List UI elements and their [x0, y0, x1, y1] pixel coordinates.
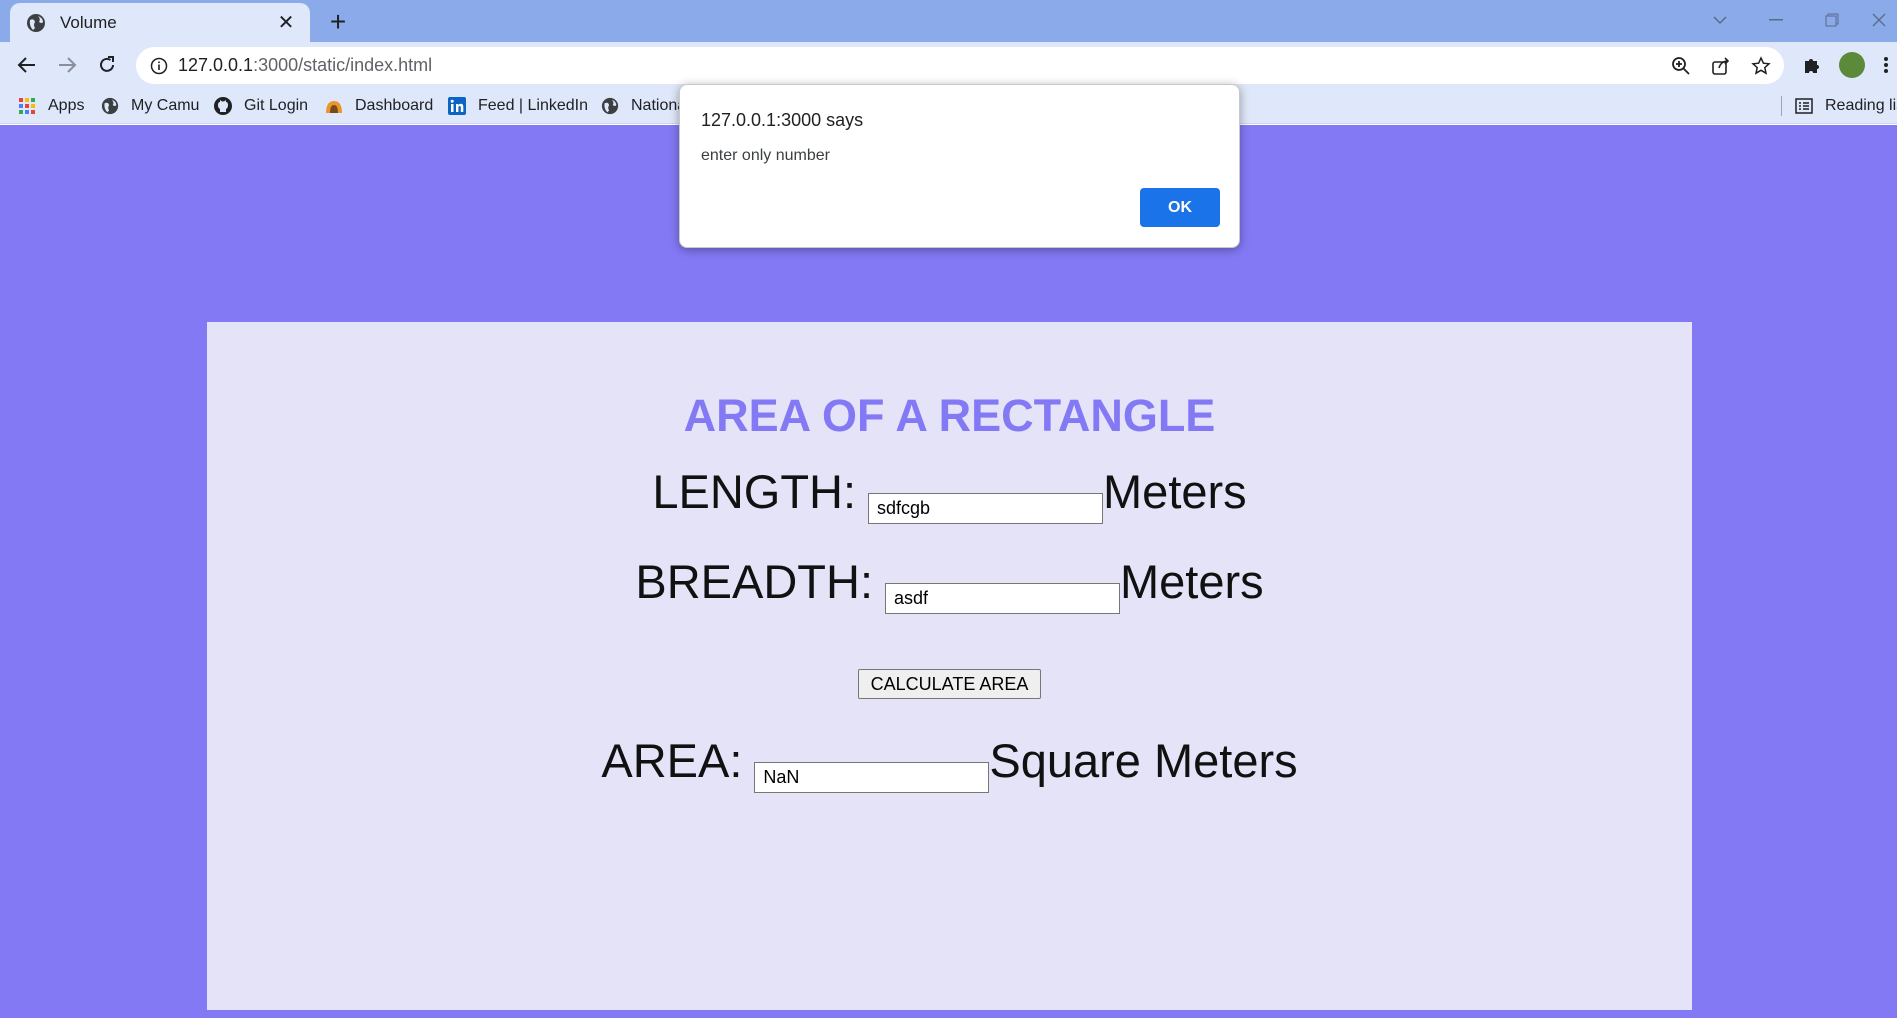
reading-list-button[interactable]: Reading lis	[1795, 94, 1897, 118]
calculate-area-button[interactable]: CALCULATE AREA	[858, 669, 1041, 699]
bookmark-my-camu[interactable]: My Camu	[101, 94, 199, 118]
breadth-label: BREADTH:	[635, 555, 873, 608]
dialog-title: 127.0.0.1:3000 says	[701, 110, 864, 130]
dashboard-icon	[325, 97, 343, 115]
tab-title: Volume	[60, 12, 117, 32]
bookmark-label: Nationa	[631, 97, 687, 114]
length-row: LENGTH: Meters	[207, 464, 1692, 524]
url-path: :3000/static/index.html	[253, 55, 433, 75]
profile-avatar[interactable]	[1836, 49, 1868, 81]
url-host: 127.0.0.1	[178, 55, 254, 75]
menu-kebab-icon[interactable]	[1874, 49, 1897, 81]
tab-search-icon[interactable]	[1692, 0, 1748, 40]
ok-button[interactable]: OK	[1140, 188, 1220, 227]
linkedin-icon	[448, 97, 466, 115]
globe-icon	[601, 97, 619, 115]
close-window-icon[interactable]	[1860, 0, 1897, 40]
bookmark-label: Dashboard	[355, 97, 434, 114]
bookmarks-separator	[1781, 96, 1782, 116]
extensions-puzzle-icon[interactable]	[1796, 49, 1828, 81]
bookmark-label: Apps	[48, 97, 85, 114]
browser-tab[interactable]: Volume ✕	[10, 3, 310, 42]
bookmark-star-icon[interactable]	[1750, 55, 1772, 77]
url-text: 127.0.0.1:3000/static/index.html	[178, 55, 432, 76]
bookmark-label: Git Login	[244, 97, 309, 114]
calculator-card: AREA OF A RECTANGLE LENGTH: Meters BREAD…	[207, 322, 1692, 1010]
site-info-icon[interactable]	[150, 57, 168, 75]
length-label: LENGTH:	[652, 465, 857, 518]
apps-grid-icon	[18, 97, 36, 115]
bookmark-linkedin[interactable]: Feed | LinkedIn	[448, 94, 588, 118]
dialog-message: enter only number	[701, 147, 830, 164]
breadth-input[interactable]	[885, 583, 1120, 614]
area-label: AREA:	[601, 734, 743, 787]
address-bar[interactable]: 127.0.0.1:3000/static/index.html	[136, 47, 1784, 84]
alert-dialog: 127.0.0.1:3000 says enter only number OK	[679, 84, 1240, 248]
github-icon	[214, 97, 232, 115]
reload-icon[interactable]	[91, 49, 123, 81]
area-output[interactable]	[754, 762, 990, 793]
reading-list-icon	[1795, 97, 1813, 115]
length-unit: Meters	[1103, 465, 1247, 518]
reading-list-label: Reading lis	[1825, 97, 1897, 114]
bookmark-git-login[interactable]: Git Login	[214, 94, 308, 118]
avatar-image	[1839, 52, 1865, 78]
page-viewport: AREA OF A RECTANGLE LENGTH: Meters BREAD…	[0, 125, 1897, 1018]
bookmark-dashboard[interactable]: Dashboard	[325, 94, 433, 118]
breadth-unit: Meters	[1120, 555, 1264, 608]
globe-icon	[27, 13, 45, 32]
forward-icon[interactable]	[51, 49, 83, 81]
tab-close-icon[interactable]: ✕	[274, 10, 298, 35]
browser-toolbar: 127.0.0.1:3000/static/index.html	[0, 42, 1897, 88]
area-row: AREA: Square Meters	[207, 733, 1692, 793]
bookmark-apps[interactable]: Apps	[18, 94, 84, 118]
page-title: AREA OF A RECTANGLE	[683, 390, 1216, 441]
bookmark-national[interactable]: Nationa	[601, 94, 686, 118]
restore-icon[interactable]	[1804, 0, 1860, 40]
breadth-row: BREADTH: Meters	[207, 554, 1692, 614]
bookmark-label: My Camu	[131, 97, 200, 114]
new-tab-button[interactable]: +	[322, 6, 354, 38]
globe-icon	[101, 97, 119, 115]
length-input[interactable]	[868, 493, 1104, 524]
bookmark-label: Feed | LinkedIn	[478, 97, 589, 114]
share-icon[interactable]	[1710, 55, 1732, 77]
zoom-icon[interactable]	[1670, 55, 1692, 77]
minimize-icon[interactable]	[1748, 0, 1804, 40]
browser-tab-strip: Volume ✕ +	[0, 0, 1897, 42]
area-unit: Square Meters	[989, 734, 1298, 787]
bottom-edge	[0, 1018, 1897, 1022]
back-icon[interactable]	[11, 49, 43, 81]
